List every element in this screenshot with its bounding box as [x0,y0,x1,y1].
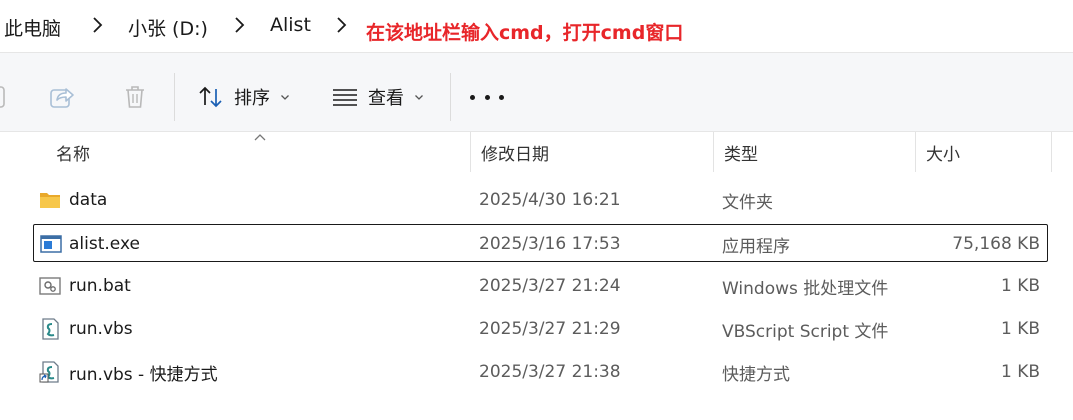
file-row-run-bat[interactable]: run.bat 2025/3/27 21:24 Windows 批处理文件 1 … [33,267,1048,305]
exe-icon [40,233,62,255]
sort-label: 排序 [234,88,270,109]
delete-icon[interactable] [121,83,149,111]
file-size: 1 KB [1000,362,1040,382]
vbs-script-icon [39,318,61,340]
more-dot-icon [499,94,504,100]
file-type: Windows 批处理文件 [722,278,889,299]
breadcrumb-drive-d[interactable]: 小张 (D:) [128,14,208,41]
file-row-run-vbs[interactable]: run.vbs 2025/3/27 21:29 VBScript Script … [33,310,1048,348]
file-modified: 2025/3/16 17:53 [479,234,621,254]
address-bar[interactable]: 此电脑 小张 (D:) Alist 在该地址栏输入cmd，打开cmd窗口 [0,0,1073,52]
file-type: VBScript Script 文件 [722,321,889,342]
file-type: 快捷方式 [722,364,790,385]
file-row-alist-exe[interactable]: alist.exe 2025/3/16 17:53 应用程序 75,168 KB [33,224,1048,262]
file-name: run.vbs - 快捷方式 [69,364,218,385]
chevron-down-icon [281,95,289,100]
column-header: 名称 修改日期 类型 大小 [0,132,1073,172]
view-button[interactable]: 查看 [332,77,424,117]
breadcrumb-this-pc[interactable]: 此电脑 [4,14,61,41]
file-row-data[interactable]: data 2025/4/30 16:21 文件夹 [33,181,1048,219]
bat-icon [39,275,61,297]
file-name: data [69,190,108,210]
share-icon[interactable] [48,83,76,111]
file-name: run.bat [69,276,131,296]
more-dot-icon [470,94,475,100]
column-size[interactable]: 大小 [916,132,1051,172]
file-modified: 2025/4/30 16:21 [479,190,621,210]
chevron-down-icon [415,95,423,100]
column-divider[interactable] [1051,132,1052,172]
toolbar-divider [174,73,175,121]
instruction-annotation: 在该地址栏输入cmd，打开cmd窗口 [366,22,684,44]
more-dot-icon [484,94,490,100]
file-type: 文件夹 [722,192,773,213]
view-label: 查看 [368,88,404,109]
file-size: 1 KB [1000,276,1040,296]
file-row-run-vbs-shortcut[interactable]: run.vbs - 快捷方式 2025/3/27 21:38 快捷方式 1 KB [33,353,1048,391]
command-bar: 排序 查看 [0,52,1073,132]
file-modified: 2025/3/27 21:38 [479,362,621,382]
breadcrumb-alist[interactable]: Alist [270,14,311,36]
paste-icon[interactable] [0,83,10,111]
file-modified: 2025/3/27 21:24 [479,276,621,296]
sort-button[interactable]: 排序 [198,77,290,117]
column-name[interactable]: 名称 [46,132,470,172]
file-type: 应用程序 [722,236,790,257]
file-size: 1 KB [1000,319,1040,339]
shortcut-icon [39,361,61,383]
toolbar-divider [450,73,451,121]
column-type[interactable]: 类型 [714,132,915,172]
folder-icon [39,189,61,211]
file-size: 75,168 KB [952,234,1040,254]
file-name: run.vbs [69,319,133,339]
chevron-right-icon[interactable] [334,16,348,34]
sort-icon [199,86,222,108]
file-modified: 2025/3/27 21:29 [479,319,621,339]
file-size [923,181,1040,219]
file-name: alist.exe [69,234,140,254]
more-options-button[interactable] [470,89,504,105]
chevron-right-icon[interactable] [232,16,246,34]
column-modified[interactable]: 修改日期 [471,132,713,172]
view-list-icon [333,89,357,106]
chevron-right-icon[interactable] [90,16,104,34]
